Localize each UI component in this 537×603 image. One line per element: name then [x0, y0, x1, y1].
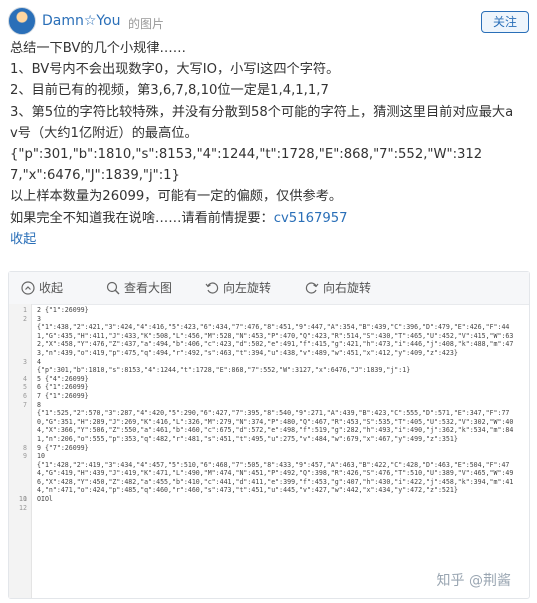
line-number: 6 — [23, 391, 27, 400]
rotate-left-icon — [205, 282, 219, 294]
post-line: 1、BV号内不会出现数字0，大写IO，小写l这四个字符。 — [10, 62, 340, 78]
post-line: {"p":301,"b":1810,"s":8153,"4":1244,"t":… — [10, 147, 483, 184]
line-number: 7 — [23, 400, 27, 409]
line-number: 2 — [23, 314, 27, 323]
code-line: 34 — [9, 358, 519, 367]
follow-button[interactable]: 关注 — [481, 11, 529, 33]
post-line-last: 如果完全不知道我在说啥……请看前情提要：cv5167957 — [10, 208, 530, 229]
post-line: 总结一下BV的几个小规律…… — [10, 41, 186, 56]
code-text: 5 {"4":26099} — [37, 374, 89, 383]
post-header: Damn☆You 的图片 关注 — [8, 7, 529, 37]
collapse-link[interactable]: 收起 — [10, 229, 530, 250]
code-text: 7 {"1":26099} — [37, 391, 89, 400]
code-line: {"p":301,"b":1810,"s":8153,"4":1244,"t":… — [9, 366, 519, 375]
code-line: 23 — [9, 315, 519, 324]
watermark: 知乎 @荆酱 — [436, 573, 511, 589]
username[interactable]: Damn☆You — [42, 13, 121, 29]
line-number: 3 — [23, 357, 27, 366]
avatar[interactable] — [8, 7, 36, 35]
toolbar-label: 查看大图 — [124, 281, 173, 295]
toolbar-label: 向右旋转 — [323, 281, 372, 295]
code-text: 2 {"1":26099} — [37, 306, 89, 314]
search-icon — [106, 281, 120, 295]
line-number: 1 — [23, 306, 27, 314]
toolbar-label: 收起 — [39, 281, 64, 295]
line-number: 5 — [23, 383, 27, 392]
line-number: 9 — [23, 452, 27, 461]
code-text: {"p":301,"b":1810,"s":8153,"4":1244,"t":… — [37, 366, 411, 375]
code-text: {"1":438,"2":421,"3":424,"4":416,"5":423… — [37, 323, 514, 357]
code-lines: 12 {"1":26099} 2 3 {"1":438,"2":421,"3":424… — [9, 306, 519, 512]
code-text: 8 — [37, 400, 41, 409]
rotate-right-icon — [305, 282, 319, 294]
code-text: 3 — [37, 314, 41, 323]
line-number: 4 — [23, 374, 27, 383]
code-line: 4 5 {"4":26099} — [9, 375, 519, 384]
cv-link[interactable]: cv5167957 — [274, 211, 348, 226]
line-number: 11 — [19, 495, 27, 504]
pic-label: 的图片 — [128, 17, 165, 31]
code-line: 9 10 — [9, 452, 519, 461]
post-line: 以上样本数量为26099，可能有一定的偏颇，仅供参考。 — [10, 189, 343, 205]
code-line: 1 2 {"1":26099} — [9, 306, 519, 315]
post-line-prefix: 如果完全不知道我在说啥……请看前情提要： — [10, 210, 274, 226]
line-number: 8 — [23, 443, 27, 452]
code-line: {"1":525,"2":570,"3":287,"4":420,"5":290… — [9, 409, 519, 443]
code-text: 6 {"1":26099} — [37, 383, 89, 392]
image-toolbar: 收起 查看大图 向左旋转 向右旋转 — [9, 272, 529, 305]
code-text: {"1":428,"2":419,"3":434,"4":457,"5":510… — [37, 460, 514, 495]
code-text: 10 — [37, 452, 45, 461]
post-line: 2、目前已有的视频，第3,6,7,8,10位一定是1,4,1,1,7 — [10, 83, 329, 99]
toolbar-label: 向左旋转 — [223, 281, 272, 295]
code-text: 9 {"7":26099} — [37, 443, 89, 452]
post-line: 3、第5位的字符比较特殊，并没有分散到58个可能的字符上，猜测这里目前对应最大a… — [10, 104, 514, 141]
code-text: OIOl — [37, 495, 53, 504]
code-text: 4 — [37, 357, 41, 366]
collapse-icon — [21, 281, 35, 295]
code-line: {"1":428,"2":419,"3":434,"4":457,"5":510… — [9, 461, 519, 495]
code-line: 5 6 {"1":26099} — [9, 383, 519, 392]
code-line: 6 7 {"1":26099} — [9, 392, 519, 401]
code-line: {"1":438,"2":421,"3":424,"4":416,"5":423… — [9, 323, 519, 357]
post-body: 总结一下BV的几个小规律…… 1、BV号内不会出现数字0，大写IO，小写l这四个… — [10, 38, 530, 250]
line-number: 12 — [19, 503, 27, 512]
code-text: {"1":525,"2":570,"3":287,"4":420,"5":290… — [37, 409, 514, 443]
code-line: 8 9 {"7":26099} — [9, 444, 519, 453]
image-viewer: 收起 查看大图 向左旋转 向右旋转 1 2 {"1":26099} 2 3 {"1… — [8, 271, 530, 599]
code-line: 78 — [9, 401, 519, 410]
code-image: 12 {"1":26099} 2 3 {"1":438,"2":421,"3":424… — [9, 304, 529, 598]
code-line: 11 OIOl — [9, 495, 519, 504]
